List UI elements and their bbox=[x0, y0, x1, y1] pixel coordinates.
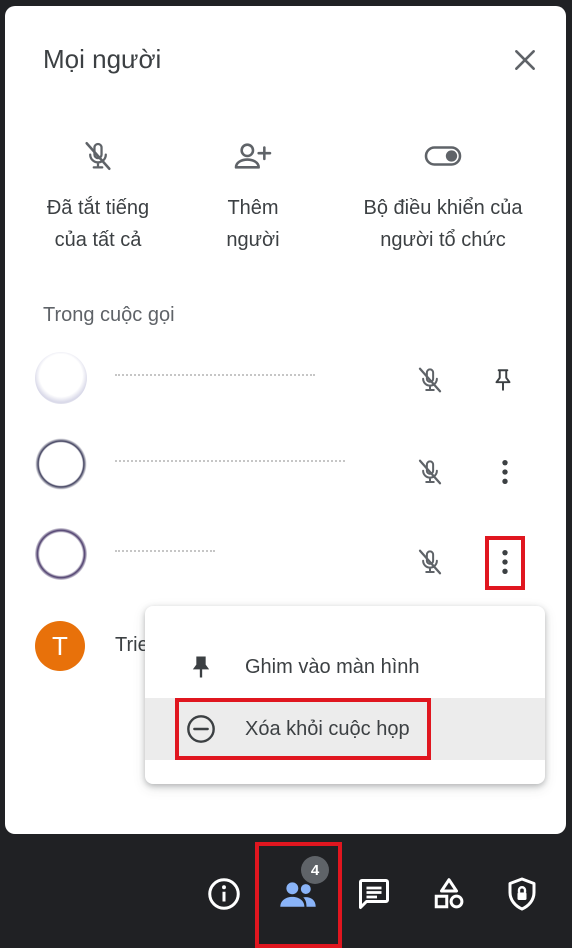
participant-name bbox=[115, 460, 345, 470]
pin-icon bbox=[495, 369, 511, 391]
more-vert-icon bbox=[502, 549, 508, 575]
participant-name bbox=[115, 550, 215, 560]
participant-count-badge: 4 bbox=[301, 856, 329, 884]
mic-off-icon bbox=[418, 367, 442, 393]
host-controls-button[interactable]: Bộ điều khiển của người tổ chức bbox=[343, 136, 543, 256]
remove-circle-icon bbox=[187, 715, 215, 743]
participant-name bbox=[115, 374, 315, 384]
section-title: Trong cuộc gọi bbox=[43, 304, 175, 326]
participant-context-menu: Ghim vào màn hình Xóa khỏi cuộc họp bbox=[145, 606, 545, 784]
avatar bbox=[35, 438, 87, 490]
activities-button[interactable] bbox=[427, 872, 471, 916]
participant-row[interactable] bbox=[5, 516, 566, 596]
pin-icon bbox=[192, 656, 210, 678]
mic-off-indicator bbox=[410, 542, 450, 582]
add-people-button[interactable]: Thêm người bbox=[208, 136, 298, 256]
mic-off-icon bbox=[85, 141, 111, 171]
more-options-button[interactable] bbox=[485, 542, 525, 582]
mute-all-button[interactable]: Đã tắt tiếng của tất cả bbox=[33, 136, 163, 256]
close-button[interactable] bbox=[505, 40, 545, 80]
more-options-button[interactable] bbox=[485, 452, 525, 492]
host-controls-label: Bộ điều khiển của người tổ chức bbox=[363, 197, 523, 251]
activities-icon bbox=[434, 878, 464, 909]
pin-button[interactable] bbox=[483, 360, 523, 400]
avatar bbox=[35, 352, 87, 404]
toggle-icon bbox=[424, 146, 462, 166]
people-panel: Mọi người Đã tắt tiếng của tất cả Thêm n… bbox=[5, 6, 566, 834]
pin-to-screen-label: Ghim vào màn hình bbox=[245, 655, 420, 678]
participant-name: Trie bbox=[115, 634, 149, 656]
avatar: T bbox=[35, 621, 85, 671]
chat-icon bbox=[359, 879, 389, 909]
remove-from-meeting-label: Xóa khỏi cuộc họp bbox=[245, 717, 410, 740]
participant-row[interactable] bbox=[5, 426, 566, 506]
host-controls-toolbar-button[interactable] bbox=[500, 872, 544, 916]
host-controls-icon bbox=[508, 877, 536, 911]
add-people-label: Thêm người bbox=[226, 197, 280, 251]
info-icon bbox=[208, 878, 240, 910]
meeting-details-button[interactable] bbox=[202, 872, 246, 916]
person-add-icon bbox=[234, 143, 272, 169]
remove-from-meeting-item[interactable]: Xóa khỏi cuộc họp bbox=[145, 698, 545, 760]
mic-off-icon bbox=[418, 549, 442, 575]
mic-off-indicator bbox=[410, 360, 450, 400]
participant-row[interactable] bbox=[5, 340, 566, 420]
chat-button[interactable] bbox=[352, 872, 396, 916]
mic-off-icon bbox=[418, 459, 442, 485]
mute-all-label: Đã tắt tiếng của tất cả bbox=[46, 197, 150, 251]
pin-to-screen-item[interactable]: Ghim vào màn hình bbox=[145, 636, 545, 698]
avatar bbox=[35, 528, 87, 580]
bottom-toolbar bbox=[0, 834, 572, 948]
panel-title: Mọi người bbox=[43, 44, 162, 74]
mic-off-indicator bbox=[410, 452, 450, 492]
close-icon bbox=[515, 50, 535, 70]
more-vert-icon bbox=[502, 459, 508, 485]
